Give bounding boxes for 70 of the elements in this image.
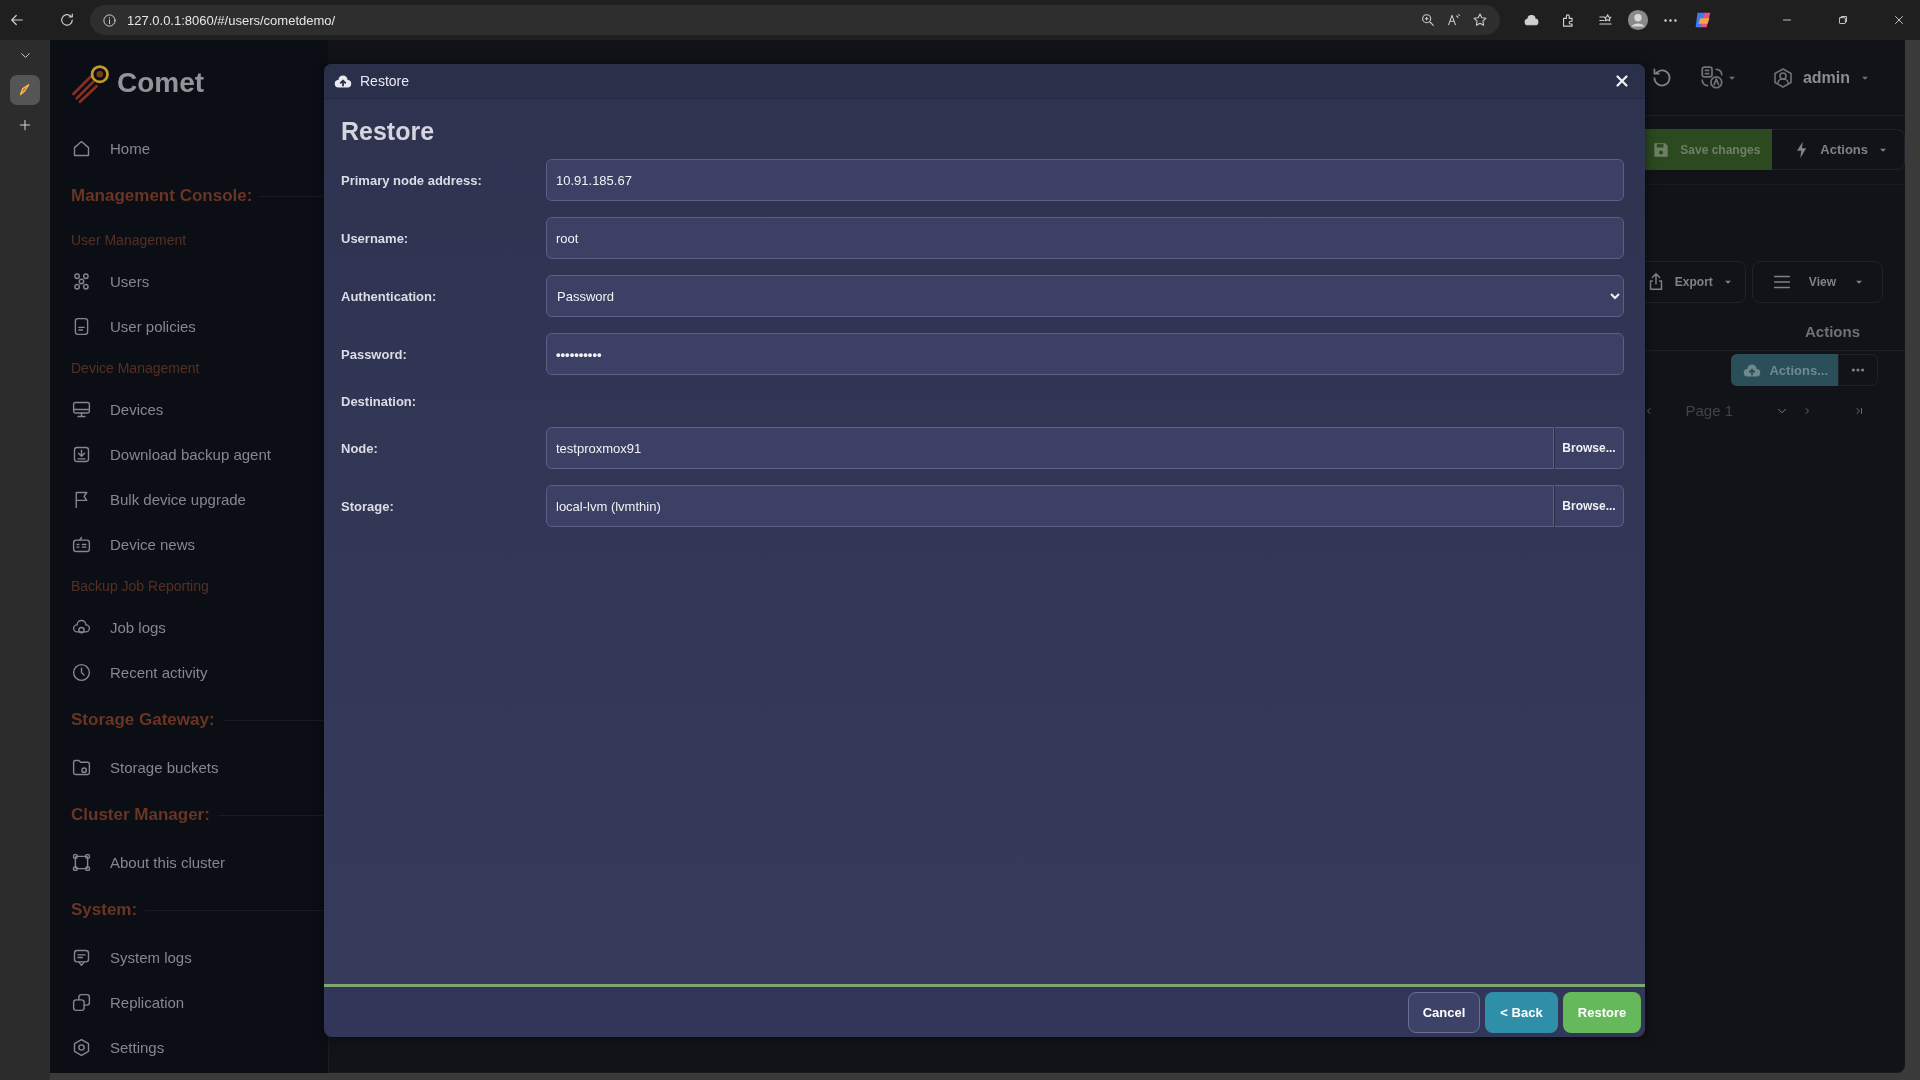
group-label: User Management	[71, 232, 187, 248]
sidebar-item[interactable]: Job logs	[71, 605, 328, 650]
section-heading: System:	[71, 900, 138, 920]
sidebar-item[interactable]: Storage buckets	[71, 745, 328, 790]
sidebar-item[interactable]: Recent activity	[71, 650, 328, 695]
chat-icon	[71, 947, 92, 968]
dialog-heading: Restore	[341, 115, 436, 147]
refresh-icon[interactable]	[58, 11, 76, 29]
dialog-title: Restore	[360, 73, 411, 89]
settings-icon	[71, 1037, 92, 1058]
close-icon[interactable]	[1892, 13, 1906, 27]
column-header: Actions	[1805, 323, 1860, 340]
restore-icon[interactable]	[1836, 13, 1850, 27]
home-icon	[71, 138, 92, 159]
users-icon	[71, 271, 92, 292]
input-field[interactable]: root	[546, 217, 1624, 259]
input-field[interactable]: testproxmox91	[546, 427, 1554, 469]
star-icon[interactable]	[1472, 12, 1488, 28]
info-icon[interactable]	[102, 12, 117, 28]
sidebar-item[interactable]: System logs	[71, 935, 328, 980]
group-label: Device Management	[71, 360, 200, 376]
zoom-icon[interactable]	[1420, 12, 1436, 28]
copy-icon	[71, 992, 92, 1013]
input-field[interactable]: local-lvm (lvmthin)	[546, 485, 1554, 527]
group-label: Backup Job Reporting	[71, 578, 209, 594]
profile-avatar[interactable]	[1627, 9, 1649, 31]
field-label: Username:	[341, 230, 410, 246]
input-field[interactable]: ••••••••••	[546, 333, 1624, 375]
sidebar-item[interactable]: Replication	[71, 980, 328, 1025]
sidebar-item[interactable]: Home	[71, 126, 328, 171]
plus-icon[interactable]	[17, 117, 33, 133]
sidebar-item[interactable]: Devices	[71, 387, 328, 432]
sidebar-item[interactable]: About this cluster	[71, 840, 328, 885]
input-field[interactable]: 10.91.185.67	[546, 159, 1624, 201]
sidebar-item[interactable]: Device news	[71, 522, 328, 567]
field-label: Destination:	[341, 393, 418, 409]
monitor-icon	[71, 399, 92, 420]
sidebar-item[interactable]: User policies	[71, 304, 328, 349]
user-menu[interactable]: admin	[1770, 65, 1872, 90]
sidebar-item[interactable]: Bulk device upgrade	[71, 477, 328, 522]
field-label: Authentication:	[341, 288, 438, 304]
field-label: Primary node address:	[341, 172, 483, 188]
download-icon	[71, 444, 92, 465]
actions-button[interactable]: Actions	[1772, 129, 1905, 170]
address-bar[interactable]: 127.0.0.1:8060/#/users/cometdemo/	[90, 5, 1500, 35]
browse-button[interactable]: Browse...	[1554, 427, 1624, 469]
logo-text: Comet	[117, 67, 205, 99]
select-field[interactable]: Password	[546, 275, 1624, 317]
clock-icon	[71, 662, 92, 683]
news-icon	[71, 534, 92, 555]
field-label: Password:	[341, 346, 408, 362]
section-heading: Storage Gateway:	[71, 710, 215, 730]
section-heading: Management Console:	[71, 186, 253, 206]
url-text: 127.0.0.1:8060/#/users/cometdemo/	[127, 12, 337, 28]
view-button[interactable]: View	[1751, 261, 1883, 303]
sidebar-item[interactable]: Users	[71, 259, 328, 304]
section-heading: Cluster Manager:	[71, 805, 210, 825]
read-aloud-icon[interactable]	[1446, 12, 1462, 28]
field-label: Storage:	[341, 498, 395, 514]
frame-icon	[71, 852, 92, 873]
field-label: Node:	[341, 440, 379, 456]
back-button[interactable]: < Back	[1485, 991, 1558, 1033]
sidebar-item[interactable]: Download backup agent	[71, 432, 328, 477]
sidebar-item[interactable]: Settings	[71, 1025, 328, 1070]
browse-button[interactable]: Browse...	[1554, 485, 1624, 527]
cancel-button[interactable]: Cancel	[1408, 991, 1480, 1033]
close-icon[interactable]	[1613, 72, 1631, 90]
folder-icon	[71, 757, 92, 778]
translate-icon	[1698, 64, 1725, 91]
tab-button[interactable]	[10, 75, 40, 105]
